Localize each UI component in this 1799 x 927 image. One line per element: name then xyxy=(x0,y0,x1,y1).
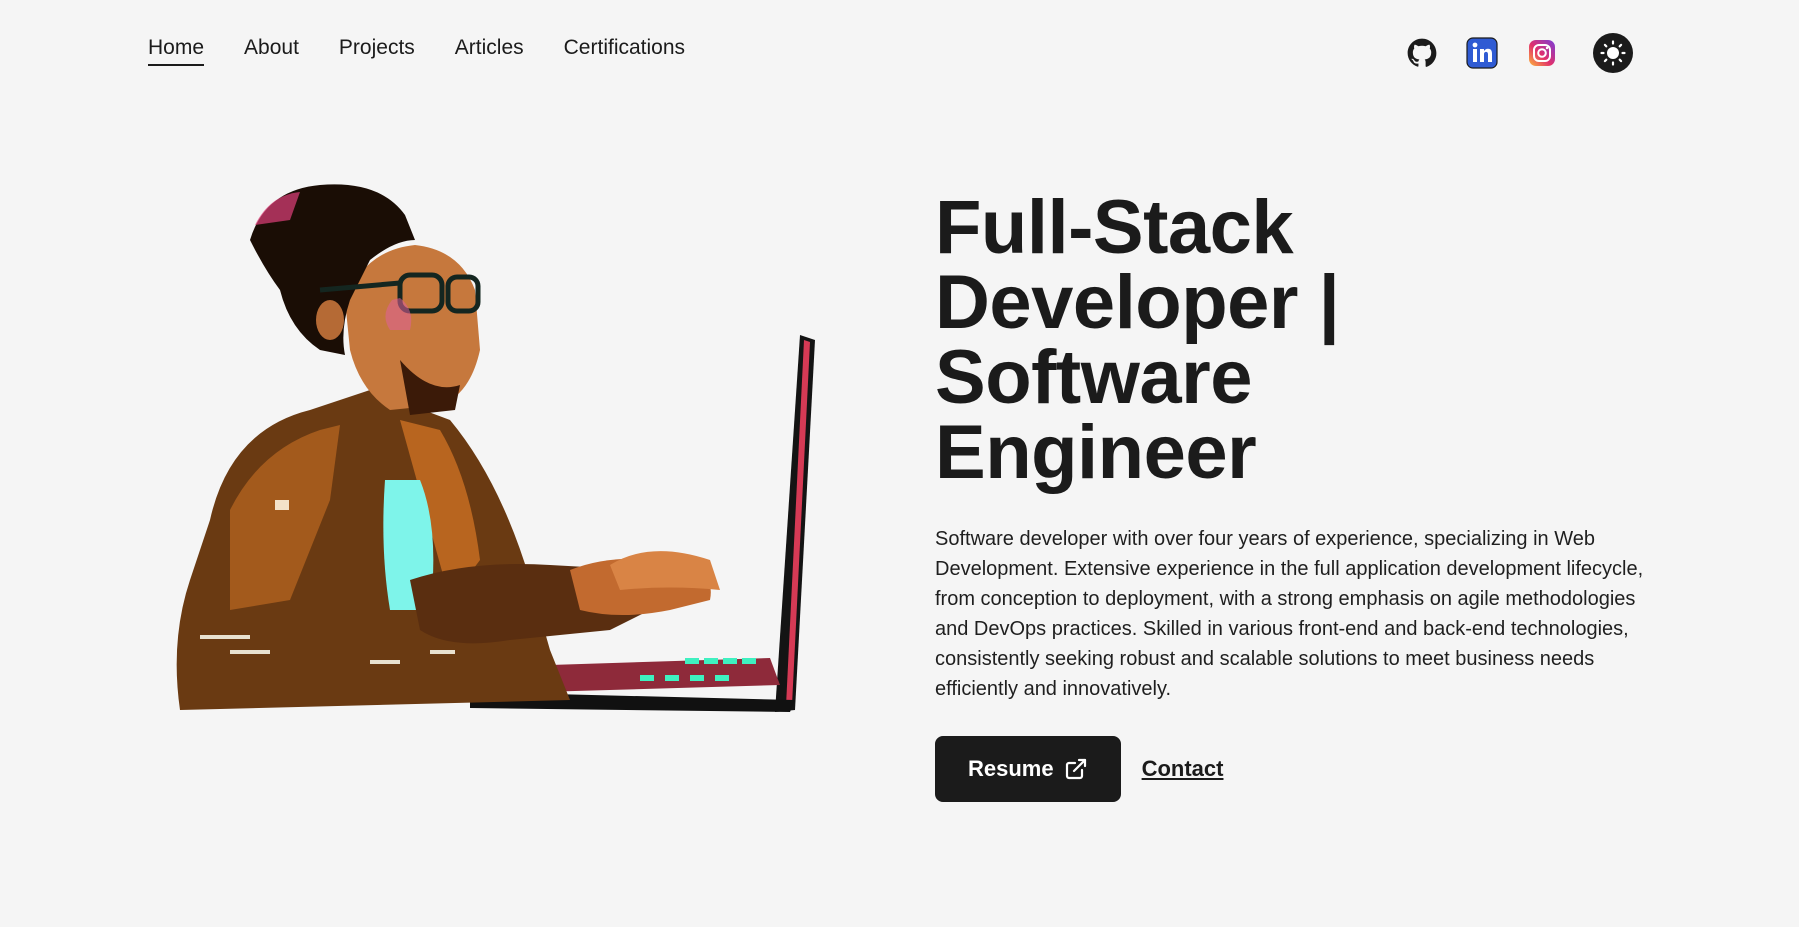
hero-section: Full-Stack Developer | Software Engineer… xyxy=(935,190,1650,802)
nav-home[interactable]: Home xyxy=(148,36,205,66)
hero-intro: Software developer with over four years … xyxy=(935,528,1644,700)
contact-link[interactable]: Contact xyxy=(1142,756,1224,782)
linkedin-icon[interactable] xyxy=(1465,36,1499,70)
instagram-icon[interactable] xyxy=(1525,36,1559,70)
nav-about[interactable]: About xyxy=(244,36,299,64)
nav-projects[interactable]: Projects xyxy=(339,36,415,64)
hero-actions: Resume Contact xyxy=(935,736,1650,802)
resume-label: Resume xyxy=(968,756,1054,781)
sun-icon xyxy=(1600,40,1626,66)
social-links xyxy=(1379,33,1633,73)
theme-toggle-button[interactable] xyxy=(1593,33,1633,73)
external-link-icon xyxy=(1065,758,1086,780)
github-icon[interactable] xyxy=(1405,36,1439,70)
nav-certifications[interactable]: Certifications xyxy=(564,36,685,64)
developer-illustration xyxy=(170,180,830,740)
main-nav: Home About Projects Articles Certificati… xyxy=(148,36,685,66)
hero-headline: Full-Stack Developer | Software Engineer xyxy=(935,185,1340,495)
resume-button[interactable]: Resume xyxy=(935,736,1121,802)
nav-articles[interactable]: Articles xyxy=(455,36,524,64)
